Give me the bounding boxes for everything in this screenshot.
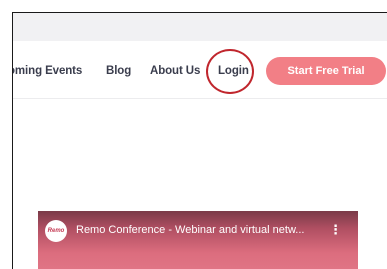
- more-options-icon[interactable]: ⋮: [329, 222, 342, 238]
- browser-viewport: oming Events Blog About Us Login Start F…: [12, 12, 387, 269]
- nav-upcoming-events[interactable]: oming Events: [13, 65, 82, 77]
- browser-top-bar: [13, 13, 387, 41]
- video-embed[interactable]: Remo Remo Conference - Webinar and virtu…: [38, 211, 358, 269]
- nav-about-us[interactable]: About Us: [150, 65, 200, 77]
- video-title[interactable]: Remo Conference - Webinar and virtual ne…: [76, 224, 326, 236]
- nav-blog[interactable]: Blog: [106, 65, 131, 77]
- site-header: oming Events Blog About Us Login Start F…: [13, 41, 387, 99]
- login-highlight-annotation: [206, 49, 254, 94]
- remo-logo-icon: Remo: [45, 220, 67, 242]
- start-free-trial-button[interactable]: Start Free Trial: [266, 57, 386, 85]
